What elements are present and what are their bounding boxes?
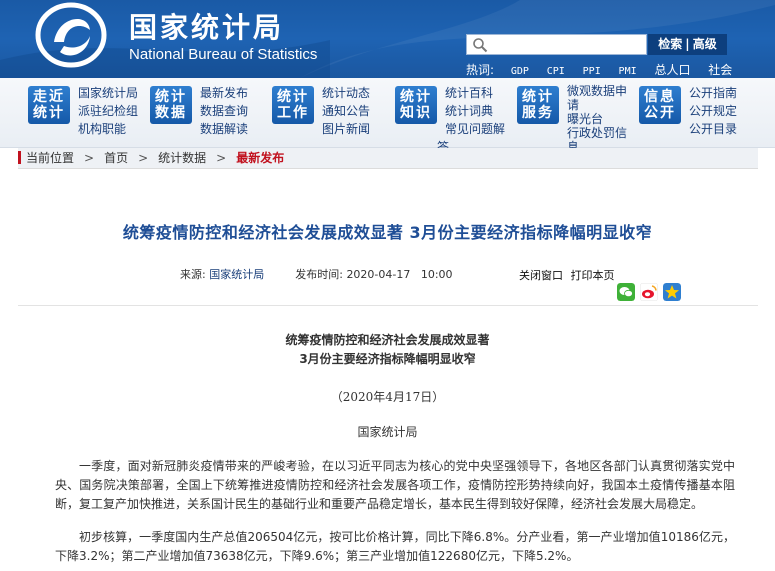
- hot-words-label: 热词:: [466, 63, 495, 77]
- site-name-cn: 国家统计局: [129, 11, 285, 44]
- divider: [18, 305, 758, 306]
- site-name-en: National Bureau of Statistics: [129, 46, 318, 63]
- close-window-button[interactable]: 关闭窗口: [519, 269, 563, 282]
- breadcrumb-current[interactable]: 最新发布: [236, 151, 284, 165]
- nav-link[interactable]: 公开规定: [689, 102, 737, 120]
- breadcrumb-separator: >: [84, 151, 95, 165]
- nav-links-disclosure: 公开指南 公开规定 公开目录: [689, 84, 737, 138]
- breadcrumb-separator: >: [138, 151, 149, 165]
- article-meta: 来源: 国家统计局 发布时间: 2020-04-17 10:00: [180, 266, 453, 282]
- nav-links-knowledge: 统计百科 统计词典 常见问题解 答: [437, 84, 505, 156]
- nav-links-service: 微观数据申 请 曝光台 行政处罚信 息: [567, 84, 627, 154]
- favorite-star-icon[interactable]: [663, 283, 681, 301]
- nbs-logo-icon: [35, 2, 107, 68]
- nav-link[interactable]: 公开目录: [689, 120, 737, 138]
- nav-link[interactable]: 机构职能: [78, 120, 138, 138]
- article-organization: 国家统计局: [357, 425, 418, 439]
- nav-links-about: 国家统计局 派驻纪检组 机构职能: [78, 84, 138, 138]
- main-nav: 走近 统计 国家统计局 派驻纪检组 机构职能 统计 数据 最新发布 数据查询 数据解…: [0, 78, 775, 154]
- article-date: （2020年4月17日）: [330, 390, 445, 404]
- hot-word-pmi[interactable]: PMI: [619, 66, 637, 77]
- article-tools: 关闭窗口 打印本页: [519, 267, 619, 283]
- advanced-search-button[interactable]: 高级: [690, 37, 720, 51]
- hot-word-gdp[interactable]: GDP: [511, 66, 529, 77]
- breadcrumb-home[interactable]: 首页: [104, 151, 128, 165]
- nav-link[interactable]: 请: [567, 98, 627, 112]
- nav-badge-work[interactable]: 统计 工作: [272, 86, 314, 124]
- time-label: 发布时间:: [295, 268, 343, 281]
- breadcrumb: 当前位置 > 首页 > 统计数据 > 最新发布: [18, 148, 758, 169]
- print-button[interactable]: 打印本页: [571, 269, 615, 282]
- nav-link[interactable]: 统计词典: [445, 102, 505, 120]
- breadcrumb-marker: [18, 151, 21, 164]
- hot-word-population[interactable]: 总人口: [654, 63, 690, 77]
- article-subtitle-line-1: 统筹疫情防控和经济社会发展成效显著: [285, 333, 490, 347]
- breadcrumb-separator: >: [216, 151, 227, 165]
- article-subtitle-line-2: 3月份主要经济指标降幅明显收窄: [299, 352, 476, 366]
- hot-word-ppi[interactable]: PPI: [583, 66, 601, 77]
- publish-time: 2020-04-17 10:00: [346, 268, 453, 281]
- article-title: 统筹疫情防控和经济社会发展成效显著 3月份主要经济指标降幅明显收窄: [122, 223, 653, 242]
- nav-link[interactable]: 公开指南: [689, 84, 737, 102]
- nav-badge-service[interactable]: 统计 服务: [517, 86, 559, 124]
- nav-link[interactable]: 统计动态: [322, 84, 370, 102]
- nav-link[interactable]: 微观数据申: [567, 84, 627, 98]
- breadcrumb-data[interactable]: 统计数据: [158, 151, 206, 165]
- nav-badge-disclosure[interactable]: 信息 公开: [639, 86, 681, 124]
- source-label: 来源:: [180, 268, 206, 281]
- nav-links-data: 最新发布 数据查询 数据解读: [200, 84, 248, 138]
- nav-link[interactable]: 最新发布: [200, 84, 248, 102]
- nav-link[interactable]: 图片新闻: [322, 120, 370, 138]
- hot-word-cpi[interactable]: CPI: [547, 66, 565, 77]
- search-button-group: 检索 | 高级: [648, 34, 727, 55]
- search-icon: [473, 38, 488, 53]
- nav-badge-data[interactable]: 统计 数据: [150, 86, 192, 124]
- nav-link[interactable]: 通知公告: [322, 102, 370, 120]
- article-paragraph-2: 初步核算，一季度国内生产总值206504亿元，按可比价格计算，同比下降6.8%。…: [55, 530, 735, 563]
- nav-link[interactable]: 国家统计局: [78, 84, 138, 102]
- weibo-icon[interactable]: [640, 283, 658, 301]
- wechat-icon[interactable]: [617, 283, 635, 301]
- site-header: 国家统计局 National Bureau of Statistics 检索 | 高…: [0, 0, 775, 78]
- hot-word-society[interactable]: 社会: [708, 63, 732, 77]
- nav-link[interactable]: 数据查询: [200, 102, 248, 120]
- nav-link[interactable]: 常见问题解: [445, 120, 505, 138]
- nav-link[interactable]: 曝光台: [567, 112, 627, 126]
- nav-link[interactable]: 统计百科: [445, 84, 505, 102]
- breadcrumb-label: 当前位置: [26, 151, 75, 165]
- nav-link[interactable]: 派驻纪检组: [78, 102, 138, 120]
- search-button[interactable]: 检索: [655, 37, 685, 51]
- nav-link[interactable]: 数据解读: [200, 120, 248, 138]
- hot-words: 热词: GDP CPI PPI PMI 总人口 社会: [466, 61, 739, 78]
- source-link[interactable]: 国家统计局: [209, 268, 264, 281]
- nav-badge-knowledge[interactable]: 统计 知识: [395, 86, 437, 124]
- nav-link[interactable]: 行政处罚信: [567, 126, 627, 140]
- nav-links-work: 统计动态 通知公告 图片新闻: [322, 84, 370, 138]
- article-paragraph-1: 一季度，面对新冠肺炎疫情带来的严峻考验，在以习近平同志为核心的党中央坚强领导下，…: [55, 459, 735, 511]
- search-input[interactable]: [466, 34, 647, 55]
- nav-badge-about[interactable]: 走近 统计: [28, 86, 70, 124]
